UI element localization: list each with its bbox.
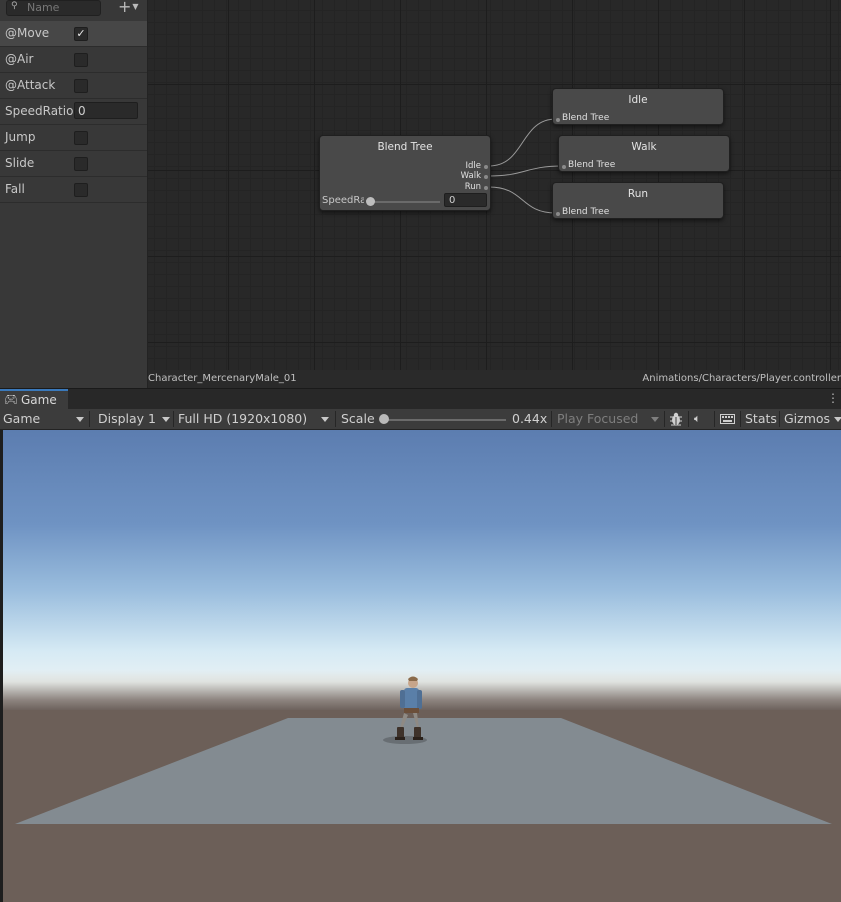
game-viewport[interactable] <box>3 430 841 902</box>
node-subtitle: Blend Tree <box>562 207 610 217</box>
scale-slider-thumb[interactable] <box>379 414 389 424</box>
tab-game[interactable]: 🎮︎ Game <box>0 389 68 410</box>
blend-tree-node[interactable]: Blend Tree Idle Walk Run SpeedRatio 0 <box>319 135 491 211</box>
divider <box>688 411 689 427</box>
parameter-label: @Air <box>5 52 34 66</box>
divider <box>779 411 780 427</box>
port-dot[interactable] <box>562 165 566 169</box>
bug-icon[interactable] <box>668 409 684 429</box>
blend-tree-graph[interactable] <box>148 0 841 370</box>
parameter-trigger-toggle[interactable] <box>74 183 88 197</box>
speaker-icon[interactable]: 🔈︎ <box>694 409 701 429</box>
parameter-row-slide[interactable]: Slide <box>0 151 147 177</box>
game-tab-bar: 🎮︎ Game ⋮ <box>0 388 841 410</box>
stats-button[interactable]: Stats <box>745 409 777 429</box>
add-parameter-button[interactable]: +▼ <box>118 0 139 16</box>
chevron-down-icon: ▼ <box>132 2 139 11</box>
output-port-walk: Walk <box>460 171 481 181</box>
divider <box>664 411 665 427</box>
parameter-row-fall[interactable]: Fall <box>0 177 147 203</box>
chevron-down-icon <box>162 417 170 422</box>
node-subtitle: Blend Tree <box>568 160 616 170</box>
chevron-down-icon <box>321 417 329 422</box>
play-mode-label: Play Focused <box>557 411 639 426</box>
divider <box>89 411 90 427</box>
resolution-dropdown[interactable]: Full HD (1920x1080) <box>178 409 331 429</box>
node-title: Run <box>627 188 649 200</box>
parameter-label: @Move <box>5 26 50 40</box>
port-dot[interactable] <box>484 165 488 169</box>
game-toolbar: Game Display 1 Full HD (1920x1080) Scale… <box>0 409 841 430</box>
parameter-label: Slide <box>5 156 35 170</box>
gamepad-icon: 🎮︎ <box>4 393 18 406</box>
parameter-label: @Attack <box>5 78 56 92</box>
search-icon: ⚲ <box>11 1 18 11</box>
keyboard-icon[interactable] <box>720 409 735 429</box>
chevron-down-icon <box>76 417 84 422</box>
parameter-trigger-toggle[interactable] <box>74 157 88 171</box>
divider <box>335 411 336 427</box>
display-dropdown[interactable]: Display 1 <box>98 409 170 429</box>
parameter-row-jump[interactable]: Jump <box>0 125 147 151</box>
port-dot[interactable] <box>556 212 560 216</box>
play-mode-dropdown[interactable]: Play Focused <box>557 409 661 429</box>
parameter-label: Jump <box>5 130 36 144</box>
parameter-checkbox[interactable] <box>74 53 88 67</box>
port-dot[interactable] <box>484 175 488 179</box>
parameter-row-attack[interactable]: @Attack <box>0 73 147 99</box>
parameter-search-row: ⚲ Name +▼ <box>0 0 147 18</box>
parameter-search-input[interactable]: ⚲ Name <box>6 0 101 16</box>
motion-node-idle[interactable]: Idle Blend Tree <box>552 88 724 125</box>
resolution-dropdown-label: Full HD (1920x1080) <box>178 411 308 426</box>
motion-node-walk[interactable]: Walk Blend Tree <box>558 135 730 172</box>
parameter-row-speedratio[interactable]: SpeedRatio 0 <box>0 99 147 125</box>
controller-path: Animations/Characters/Player.controller <box>642 373 841 384</box>
scale-value: 0.44x <box>512 411 548 426</box>
gizmos-button[interactable]: Gizmos <box>784 409 830 429</box>
scale-slider-track[interactable] <box>384 419 506 421</box>
selected-object-name: Character_MercenaryMale_01 <box>148 373 297 384</box>
blend-value-field[interactable]: 0 <box>444 193 487 207</box>
plus-icon: + <box>118 0 132 16</box>
chevron-down-icon[interactable] <box>834 417 841 422</box>
divider <box>714 411 715 427</box>
parameter-checkbox[interactable] <box>74 79 88 93</box>
divider <box>740 411 741 427</box>
parameter-checkbox[interactable]: ✓ <box>74 27 88 41</box>
search-placeholder: Name <box>27 1 60 14</box>
node-title: Idle <box>628 94 648 106</box>
parameters-panel: ⚲ Name +▼ @Move ✓ @Air @Attack SpeedRati… <box>0 0 148 388</box>
output-port-run: Run <box>464 182 481 192</box>
parameter-label: SpeedRatio <box>5 104 74 118</box>
node-title: Walk <box>631 141 657 153</box>
view-dropdown[interactable]: Game <box>3 409 85 429</box>
parameter-label: Fall <box>5 182 25 196</box>
parameter-row-move[interactable]: @Move ✓ <box>0 21 147 47</box>
port-dot[interactable] <box>556 118 560 122</box>
more-options-icon[interactable]: ⋮ <box>827 391 839 405</box>
scale-label: Scale <box>341 411 375 426</box>
view-dropdown-label: Game <box>3 411 41 426</box>
parameter-trigger-toggle[interactable] <box>74 131 88 145</box>
chevron-down-icon <box>651 417 659 422</box>
floor-plane <box>15 676 832 824</box>
motion-node-run[interactable]: Run Blend Tree <box>552 182 724 219</box>
node-title: Blend Tree <box>377 141 433 153</box>
animator-window: ⚲ Name +▼ @Move ✓ @Air @Attack SpeedRati… <box>0 0 841 388</box>
tab-label: Game <box>21 393 57 407</box>
output-port-idle: Idle <box>465 161 482 171</box>
blend-slider-thumb[interactable] <box>366 197 375 206</box>
animator-status-bar: Character_MercenaryMale_01 Animations/Ch… <box>148 370 841 388</box>
blend-slider-track[interactable] <box>368 201 440 203</box>
divider <box>551 411 552 427</box>
port-dot[interactable] <box>484 186 488 190</box>
node-subtitle: Blend Tree <box>562 113 610 123</box>
display-dropdown-label: Display 1 <box>98 411 157 426</box>
parameter-row-air[interactable]: @Air <box>0 47 147 73</box>
parameter-float-field[interactable]: 0 <box>74 102 138 119</box>
blend-slider-label: SpeedRatio <box>322 195 364 206</box>
divider <box>173 411 174 427</box>
